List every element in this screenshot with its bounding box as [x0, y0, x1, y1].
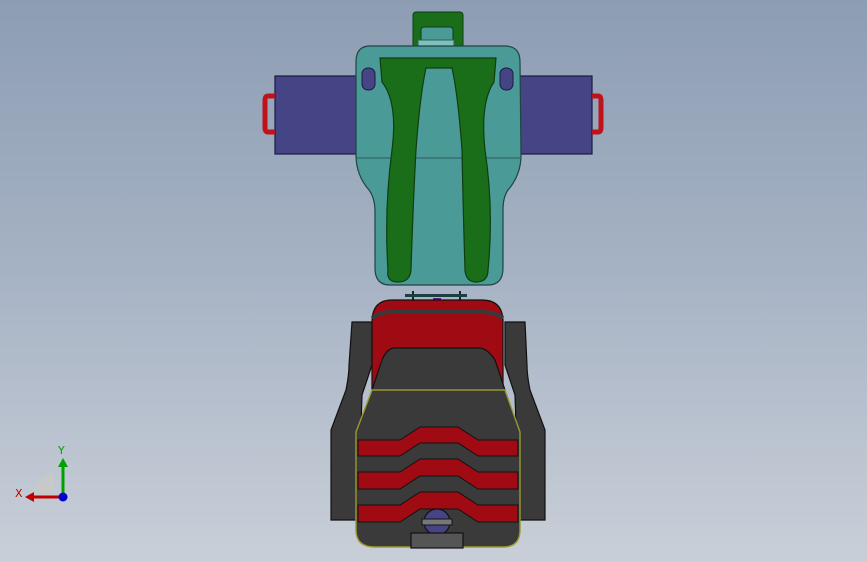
y-axis-label: Y [57, 444, 65, 457]
right-side-pack[interactable] [514, 75, 604, 155]
backpack-shell[interactable] [355, 45, 522, 286]
cad-viewport[interactable]: Y X [0, 0, 867, 562]
top-handle[interactable] [412, 11, 464, 49]
base-chevron-stripes [357, 426, 519, 523]
coordinate-triad: Y X [15, 444, 68, 502]
left-side-pack[interactable] [262, 75, 358, 155]
z-axis-dot [58, 492, 68, 502]
triad-plane-icon [32, 472, 54, 495]
left-vent-slot [361, 67, 376, 91]
cad-model-view[interactable] [0, 0, 867, 562]
x-axis-label: X [15, 487, 23, 500]
bottom-latch[interactable] [410, 532, 464, 549]
right-vent-slot [499, 67, 514, 91]
